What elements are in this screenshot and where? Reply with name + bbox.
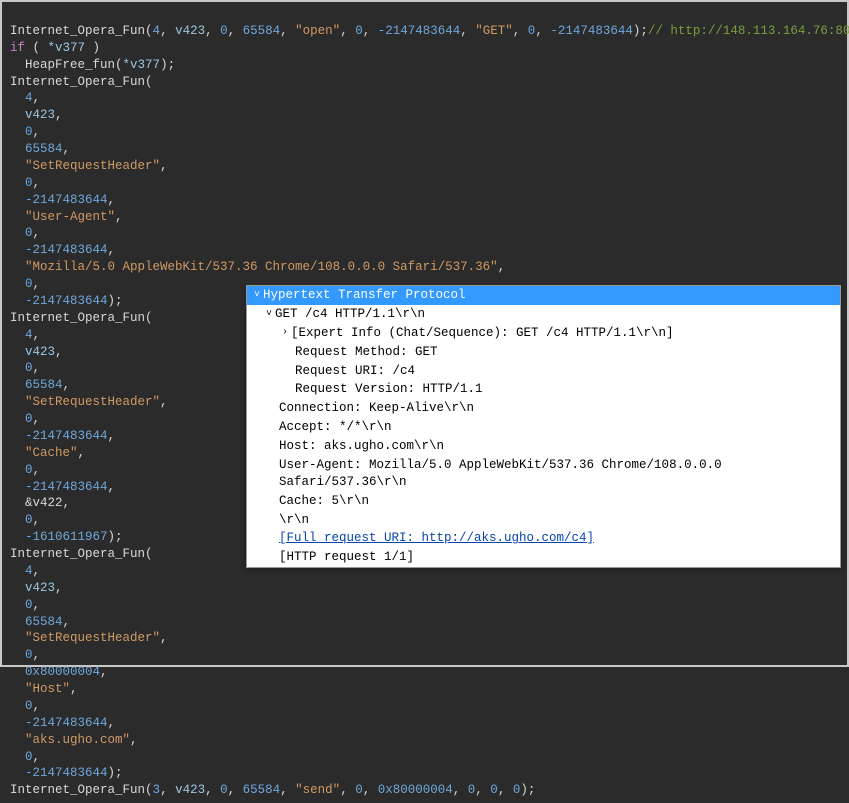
code-line: 4,	[10, 328, 40, 342]
fn-call: Internet_Opera_Fun	[10, 24, 145, 38]
code-line: 0,	[10, 699, 40, 713]
code-line: v423,	[10, 345, 63, 359]
expert-info-row[interactable]: › [Expert Info (Chat/Sequence): GET /c4 …	[247, 324, 840, 343]
chevron-down-icon[interactable]: ˅	[263, 308, 275, 322]
request-method: Request Method: GET	[295, 344, 438, 361]
code-line: 0,	[10, 226, 40, 240]
code-line: -2147483644,	[10, 193, 115, 207]
code-line: "Host",	[10, 682, 78, 696]
code-line: HeapFree_fun(*v377);	[10, 58, 175, 72]
code-line: 0,	[10, 513, 40, 527]
code-line: 0,	[10, 412, 40, 426]
code-line: -2147483644);	[10, 766, 123, 780]
http-request-number: [HTTP request 1/1]	[279, 549, 414, 566]
code-line: 0,	[10, 648, 40, 662]
http-request-number-row[interactable]: [HTTP request 1/1]	[247, 548, 840, 567]
code-line: "Mozilla/5.0 AppleWebKit/537.36 Chrome/1…	[10, 260, 505, 274]
chevron-right-icon[interactable]: ›	[279, 326, 291, 340]
request-uri: Request URI: /c4	[295, 363, 415, 380]
code-line: 0,	[10, 176, 40, 190]
header-host: Host: aks.ugho.com\r\n	[279, 438, 444, 455]
code-line: Internet_Opera_Fun(	[10, 75, 153, 89]
code-line: "SetRequestHeader",	[10, 159, 168, 173]
chevron-down-icon[interactable]: ˅	[251, 289, 263, 303]
header-cache: Cache: 5\r\n	[279, 493, 369, 510]
proto-header-row[interactable]: ˅ Hypertext Transfer Protocol	[247, 286, 840, 305]
code-line: 0,	[10, 277, 40, 291]
header-connection: Connection: Keep-Alive\r\n	[279, 400, 474, 417]
proto-title: Hypertext Transfer Protocol	[263, 287, 466, 304]
header-cache-row[interactable]: Cache: 5\r\n	[247, 492, 840, 511]
code-line: 0,	[10, 750, 40, 764]
code-line: -2147483644,	[10, 243, 115, 257]
code-line: "Cache",	[10, 446, 85, 460]
code-line: "User-Agent",	[10, 210, 123, 224]
code-line: 65584,	[10, 378, 70, 392]
code-line: 0,	[10, 463, 40, 477]
code-line: -2147483644);	[10, 294, 123, 308]
code-line: 4,	[10, 91, 40, 105]
code-line: 0,	[10, 125, 40, 139]
code-line: -2147483644,	[10, 429, 115, 443]
code-line: 4,	[10, 564, 40, 578]
header-user-agent: User-Agent: Mozilla/5.0 AppleWebKit/537.…	[279, 457, 840, 491]
comment: // http://148.113.164.76:8080/c4	[648, 24, 849, 38]
code-line: Internet_Opera_Fun(	[10, 547, 153, 561]
code-line: if ( *v377 )	[10, 41, 100, 55]
full-request-uri-link[interactable]: [Full request URI: http://aks.ugho.com/c…	[279, 530, 594, 547]
expert-info: [Expert Info (Chat/Sequence): GET /c4 HT…	[291, 325, 674, 342]
code-line: 0x80000004,	[10, 665, 108, 679]
request-line: GET /c4 HTTP/1.1\r\n	[275, 306, 425, 323]
request-version-row[interactable]: Request Version: HTTP/1.1	[247, 380, 840, 399]
request-line-row[interactable]: ˅ GET /c4 HTTP/1.1\r\n	[247, 305, 840, 324]
code-line: "aks.ugho.com",	[10, 733, 138, 747]
code-line: Internet_Opera_Fun(4, v423, 0, 65584, "o…	[10, 24, 849, 38]
request-method-row[interactable]: Request Method: GET	[247, 343, 840, 362]
packet-details-panel: ˅ Hypertext Transfer Protocol ˅ GET /c4 …	[246, 285, 841, 568]
code-line: 65584,	[10, 615, 70, 629]
code-line: Internet_Opera_Fun(3, v423, 0, 65584, "s…	[10, 783, 535, 797]
code-line: v423,	[10, 108, 63, 122]
code-line: v423,	[10, 581, 63, 595]
code-line: &v422,	[10, 496, 70, 510]
code-line: 0,	[10, 598, 40, 612]
code-line: -2147483644,	[10, 716, 115, 730]
code-line: Internet_Opera_Fun(	[10, 311, 153, 325]
header-accept: Accept: */*\r\n	[279, 419, 392, 436]
code-line: 65584,	[10, 142, 70, 156]
header-host-row[interactable]: Host: aks.ugho.com\r\n	[247, 437, 840, 456]
header-accept-row[interactable]: Accept: */*\r\n	[247, 418, 840, 437]
code-line: 0,	[10, 361, 40, 375]
request-uri-row[interactable]: Request URI: /c4	[247, 362, 840, 381]
header-connection-row[interactable]: Connection: Keep-Alive\r\n	[247, 399, 840, 418]
code-line: -2147483644,	[10, 480, 115, 494]
request-version: Request Version: HTTP/1.1	[295, 381, 483, 398]
code-line: -1610611967);	[10, 530, 123, 544]
code-line: "SetRequestHeader",	[10, 395, 168, 409]
blank-line: \r\n	[279, 512, 309, 529]
blank-line-row[interactable]: \r\n	[247, 511, 840, 530]
full-request-uri-row[interactable]: [Full request URI: http://aks.ugho.com/c…	[247, 529, 840, 548]
header-user-agent-row[interactable]: User-Agent: Mozilla/5.0 AppleWebKit/537.…	[247, 456, 840, 492]
code-line: "SetRequestHeader",	[10, 631, 168, 645]
